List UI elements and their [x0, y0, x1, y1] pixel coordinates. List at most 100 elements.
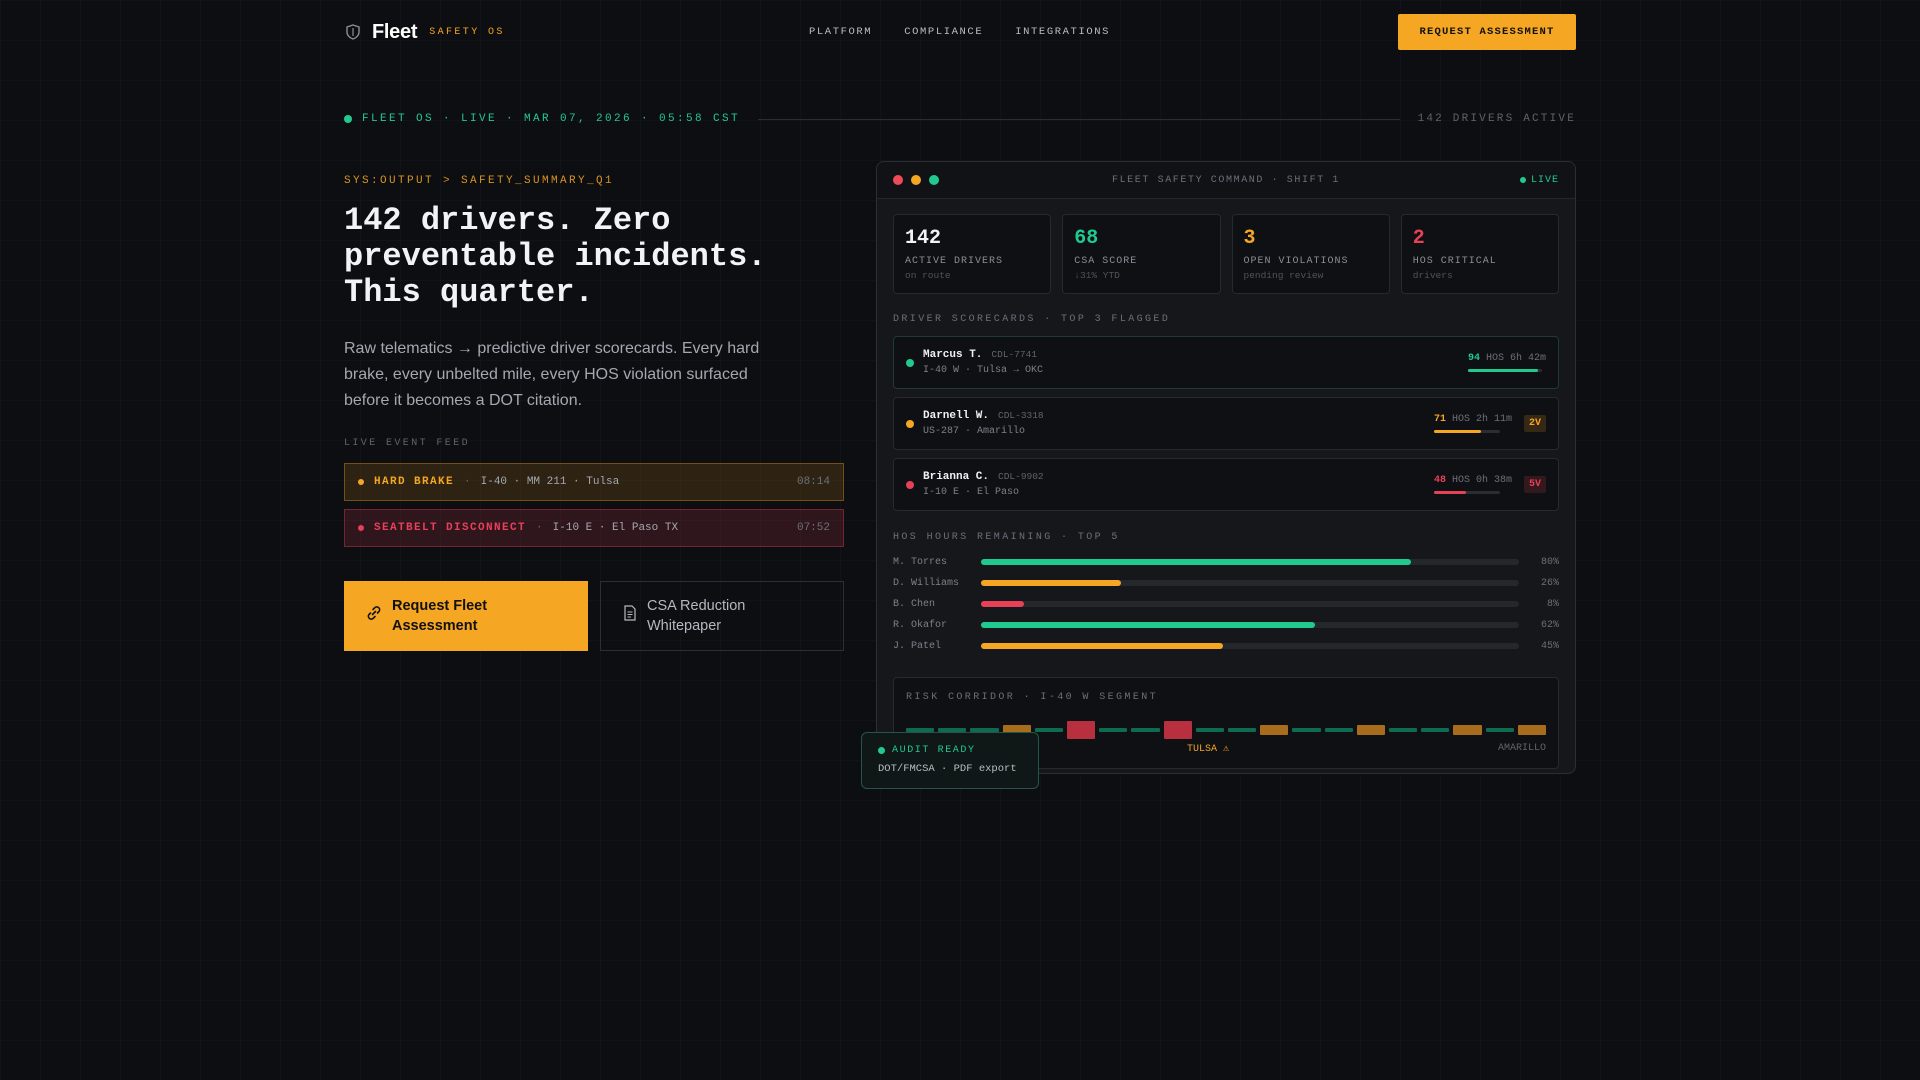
- event-type: SEATBELT DISCONNECT: [374, 522, 527, 534]
- event-time: 07:52: [796, 522, 830, 534]
- driver-status-icon: [906, 419, 914, 428]
- driver-metrics: 94 HOS 6h 42m: [1467, 353, 1546, 372]
- corridor-segment-low: [1421, 728, 1450, 732]
- feed-event[interactable]: SEATBELT DISCONNECT · I-10 E · El Paso T…: [344, 509, 844, 547]
- hos-bar-track: [981, 559, 1519, 565]
- event-dot-icon: [358, 479, 364, 485]
- request-assessment-button[interactable]: REQUEST ASSESSMENT: [1398, 14, 1576, 50]
- scorecards-title: DRIVER SCORECARDS · TOP 3 FLAGGED: [893, 314, 1171, 325]
- window-titlebar: FLEET SAFETY COMMAND · SHIFT 1 LIVE: [877, 162, 1575, 199]
- kpi-sub: ↓31% YTD: [1074, 270, 1120, 281]
- driver-route: I-10 E · El Paso: [923, 487, 1020, 498]
- event-type: HARD BRAKE: [374, 476, 455, 488]
- driver-info: Darnell W. CDL-3318 US-287 · Amarillo: [923, 410, 1044, 437]
- violation-badge: 5V: [1523, 476, 1546, 493]
- driver-scorecard[interactable]: Marcus T. CDL-7741 I-40 W · Tulsa → OKC …: [893, 336, 1559, 389]
- corridor-segment-med: [1517, 725, 1547, 735]
- live-event-feed: HARD BRAKE · I-40 · MM 211 · Tulsa 08:14…: [344, 463, 844, 547]
- corridor-segment-low: [1389, 728, 1418, 732]
- hos-percent: 80%: [1540, 556, 1559, 568]
- score-bar-track: [1433, 491, 1500, 494]
- nav-links: PLATFORM COMPLIANCE INTEGRATIONS: [809, 26, 1110, 38]
- feed-event[interactable]: HARD BRAKE · I-40 · MM 211 · Tulsa 08:14: [344, 463, 844, 501]
- driver-metrics: 48 HOS 0h 38m 5V: [1433, 475, 1546, 494]
- corridor-segment-low: [1034, 728, 1064, 732]
- kpi-value: 2: [1412, 227, 1425, 250]
- driver-score: 71: [1433, 414, 1446, 425]
- hero-lead: Raw telematics → predictive driver score…: [344, 340, 760, 409]
- driver-info: Brianna C. CDL-9902 I-10 E · El Paso: [923, 471, 1044, 498]
- driver-scorecard[interactable]: Brianna C. CDL-9902 I-10 E · El Paso 48 …: [893, 458, 1559, 511]
- kpi-label: CSA SCORE: [1074, 256, 1138, 267]
- request-fleet-assessment-button[interactable]: Request Fleet Assessment: [344, 581, 588, 651]
- driver-score: 94: [1467, 353, 1480, 364]
- audit-title: AUDIT READY: [892, 745, 976, 756]
- status-text: FLEET OS · LIVE · MAR 07, 2026 · 05:58 C…: [362, 113, 741, 125]
- corridor-segment-high: [1067, 721, 1096, 739]
- audit-ready-toast[interactable]: AUDIT READY DOT/FMCSA · PDF export: [861, 732, 1039, 789]
- score-bar-track: [1467, 369, 1542, 372]
- driver-hos: HOS 0h 38m: [1451, 475, 1512, 486]
- driver-hos: HOS 2h 11m: [1451, 414, 1512, 425]
- kpi-value: 3: [1243, 227, 1256, 250]
- kpi-value: 68: [1074, 227, 1099, 250]
- corridor-segment-low: [1131, 728, 1160, 732]
- audit-subtitle: DOT/FMCSA · PDF export: [878, 763, 1017, 775]
- hos-list: M. Torres 80% D. Williams 26% B. Chen 8% R.…: [893, 555, 1559, 653]
- corridor-label-tulsa: TULSA ⚠: [1187, 744, 1230, 755]
- hos-bar-fill: [981, 559, 1412, 565]
- hero-headline: 142 drivers. Zero preventable incidents.…: [344, 202, 767, 311]
- corridor-segment-low: [1485, 728, 1514, 732]
- driver-cdl: CDL-3318: [998, 410, 1044, 421]
- score-bar-fill: [1467, 369, 1538, 372]
- event-time: 08:14: [796, 476, 830, 488]
- corridor-segment-med: [1356, 725, 1386, 735]
- corridor-segment-med: [1453, 725, 1482, 735]
- driver-route: US-287 · Amarillo: [923, 426, 1026, 437]
- csa-whitepaper-button[interactable]: CSA Reduction Whitepaper: [599, 581, 844, 651]
- kpi-row: 142 ACTIVE DRIVERS on route 68 CSA SCORE …: [893, 214, 1559, 294]
- logo[interactable]: Fleet SAFETY OS: [344, 21, 505, 44]
- score-bar-fill: [1433, 491, 1466, 494]
- score-bar-fill: [1433, 430, 1481, 433]
- hos-percent: 45%: [1540, 640, 1559, 652]
- hos-bar-fill: [981, 601, 1025, 607]
- hos-title: HOS HOURS REMAINING · TOP 5: [893, 532, 1120, 543]
- fleet-dashboard-window: FLEET SAFETY COMMAND · SHIFT 1 LIVE 142 …: [876, 161, 1576, 774]
- hos-row: B. Chen 8%: [893, 597, 1559, 611]
- nav-link-platform[interactable]: PLATFORM: [809, 26, 872, 38]
- kpi-card: 68 CSA SCORE ↓31% YTD: [1062, 214, 1221, 294]
- hos-percent: 8%: [1546, 598, 1559, 610]
- driver-metrics: 71 HOS 2h 11m 2V: [1433, 414, 1546, 433]
- audit-status-icon: [878, 747, 885, 754]
- primary-cta-label: Request Fleet Assessment: [392, 598, 488, 634]
- hos-row: D. Williams 26%: [893, 576, 1559, 590]
- kpi-label: OPEN VIOLATIONS: [1243, 256, 1349, 267]
- hos-bar-track: [981, 601, 1519, 607]
- corridor-segment-low: [1195, 728, 1225, 732]
- corridor-segment-low: [1324, 728, 1353, 732]
- feed-label: LIVE EVENT FEED: [344, 438, 471, 449]
- live-label: LIVE: [1530, 174, 1559, 186]
- driver-name: Darnell W.: [923, 410, 990, 422]
- event-location: I-40 · MM 211 · Tulsa: [480, 476, 620, 488]
- corridor-segment-high: [1163, 721, 1192, 739]
- nav-link-integrations[interactable]: INTEGRATIONS: [1015, 26, 1110, 38]
- live-indicator-icon: [344, 115, 352, 123]
- driver-scorecards: Marcus T. CDL-7741 I-40 W · Tulsa → OKC …: [893, 336, 1559, 511]
- kpi-card: 3 OPEN VIOLATIONS pending review: [1231, 214, 1390, 294]
- top-nav: Fleet SAFETY OS PLATFORM COMPLIANCE INTE…: [344, 14, 1576, 50]
- score-bar-track: [1433, 430, 1500, 433]
- nav-link-compliance[interactable]: COMPLIANCE: [904, 26, 983, 38]
- hos-bar-fill: [981, 580, 1121, 586]
- hos-driver-name: J. Patel: [893, 640, 942, 652]
- violation-badge: 2V: [1523, 415, 1546, 432]
- hero-ctas: Request Fleet Assessment CSA Reduction W…: [344, 581, 844, 651]
- kpi-value: 142: [905, 227, 942, 250]
- driver-scorecard[interactable]: Darnell W. CDL-3318 US-287 · Amarillo 71…: [893, 397, 1559, 450]
- driver-score: 48: [1433, 475, 1446, 486]
- corridor-segment-low: [1292, 728, 1321, 732]
- shield-icon: [344, 23, 362, 41]
- event-separator: ·: [464, 476, 471, 488]
- link-icon: [366, 605, 382, 627]
